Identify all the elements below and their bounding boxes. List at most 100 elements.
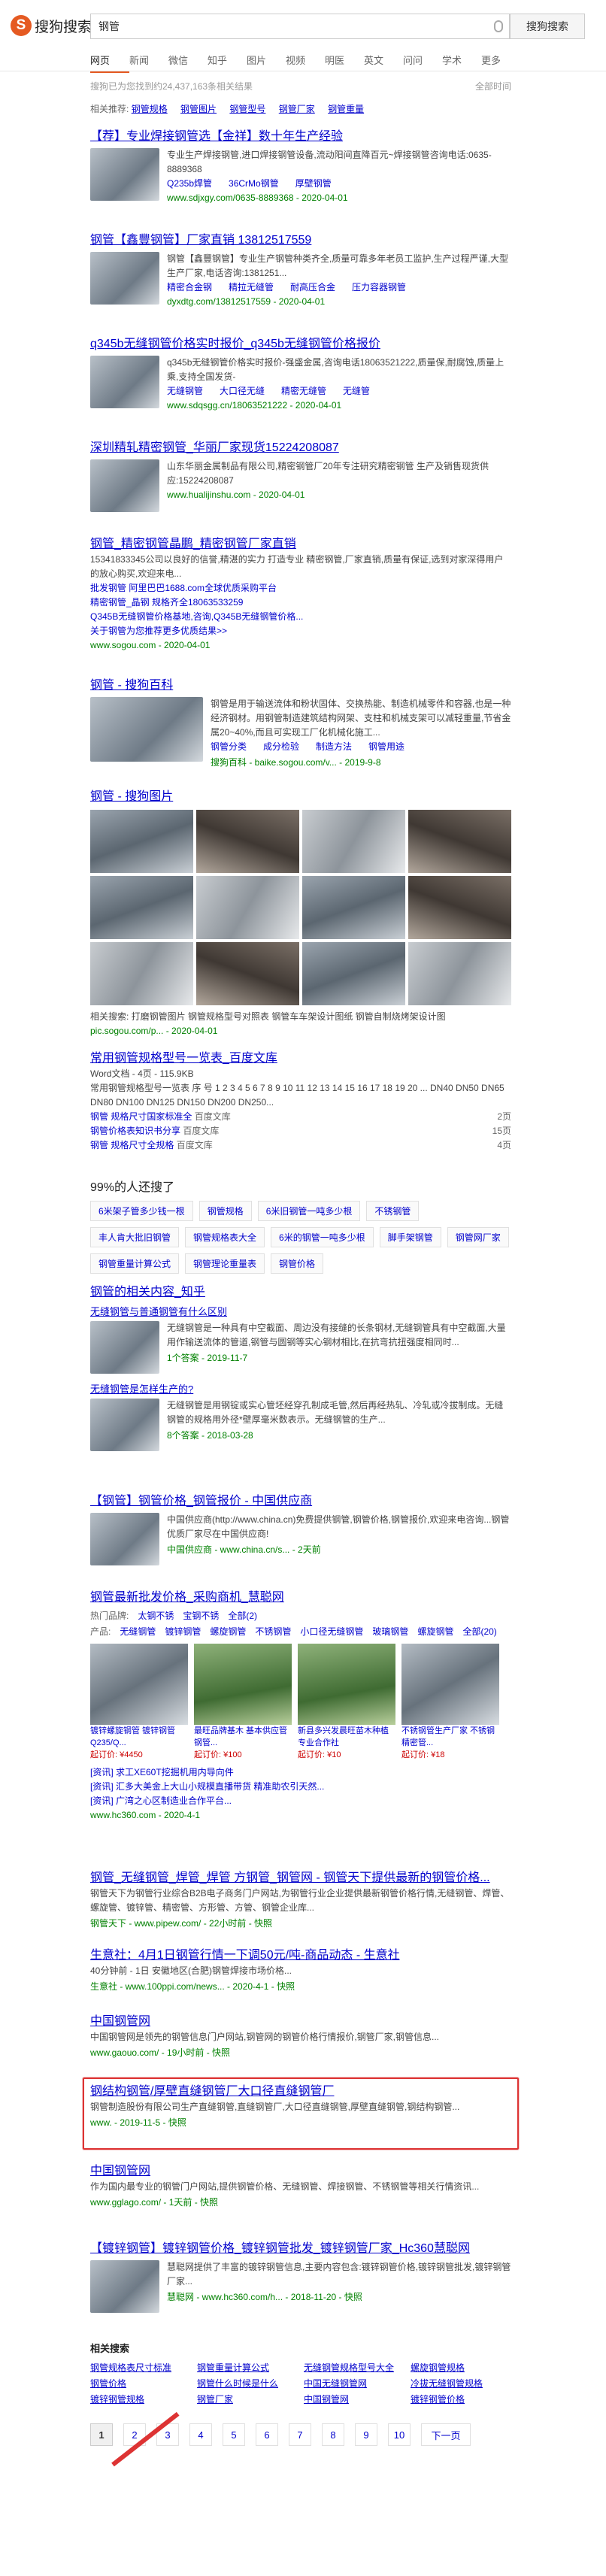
- tab-images[interactable]: 图片: [247, 53, 286, 73]
- news-link[interactable]: [资讯] 汇多大美金上大山小规模直播带货 精准助农引天然...: [90, 1780, 495, 1794]
- image-tile[interactable]: [408, 942, 511, 1005]
- result-thumbnail[interactable]: [90, 697, 203, 762]
- page-5[interactable]: 5: [223, 2423, 245, 2446]
- suggest-pill[interactable]: 丰人肯大批旧钢管: [90, 1227, 180, 1247]
- related-link[interactable]: 钢管图片: [180, 104, 217, 114]
- result-title[interactable]: 钢管_无缝钢管_焊管_焊管 方钢管_钢管网 - 钢管天下提供最新的钢管价格...: [90, 1870, 511, 1887]
- page-8[interactable]: 8: [322, 2423, 344, 2446]
- related-search-link[interactable]: 镀锌钢管价格: [411, 2393, 511, 2405]
- sublink[interactable]: 钢管用途: [368, 741, 405, 752]
- sublink[interactable]: 精密合金钢: [167, 282, 212, 292]
- product-card[interactable]: 最旺品牌基木 基本供应管 钢管... 起订价: ¥100: [194, 1644, 292, 1761]
- suggest-pill[interactable]: 6米的钢管一吨多少根: [271, 1227, 374, 1247]
- tab-video[interactable]: 视频: [286, 53, 325, 73]
- result-url[interactable]: www.sdjxgy.com/0635-8889368 - 2020-04-01: [167, 192, 511, 203]
- zhihu-question[interactable]: 无缝钢管与普通钢管有什么区别: [90, 1304, 511, 1318]
- product-name[interactable]: 新县多兴发晨旺苗木种植专业合作社: [298, 1725, 395, 1749]
- filter-option[interactable]: 全部(2): [228, 1611, 257, 1621]
- news-link[interactable]: [资讯] 广湾之心区制造业合作平台...: [90, 1794, 495, 1808]
- image-tile[interactable]: [302, 810, 405, 873]
- sublink[interactable]: Q235b焊管: [167, 178, 212, 189]
- result-thumbnail[interactable]: [90, 356, 159, 408]
- image-tile[interactable]: [408, 810, 511, 873]
- filter-option[interactable]: 不锈钢管: [255, 1626, 291, 1637]
- filter-option[interactable]: 宝钢不锈: [183, 1611, 219, 1621]
- doc-link[interactable]: 钢管 规格尺寸全规格: [90, 1140, 174, 1150]
- related-link[interactable]: 钢管型号: [229, 104, 265, 114]
- tab-english[interactable]: 英文: [364, 53, 403, 73]
- tab-wenwen[interactable]: 问问: [403, 53, 442, 73]
- related-search-link[interactable]: 无缝钢管规格型号大全: [304, 2361, 405, 2374]
- result-title[interactable]: 【镀锌钢管】镀锌钢管价格_镀锌钢管批发_镀锌钢管厂家_Hc360慧聪网: [90, 2241, 511, 2257]
- sublink[interactable]: 无缝钢管: [167, 386, 203, 396]
- suggest-pill[interactable]: 钢管价格: [271, 1253, 324, 1274]
- image-tile[interactable]: [302, 942, 405, 1005]
- sublink[interactable]: 成分检验: [263, 741, 299, 752]
- sublink[interactable]: 大口径无缝: [220, 386, 265, 396]
- result-url[interactable]: www.gglago.com/ - 1天前 - 快照: [90, 2196, 511, 2208]
- filter-option[interactable]: 螺旋钢管: [417, 1626, 453, 1637]
- filter-option[interactable]: 玻璃钢管: [372, 1626, 408, 1637]
- sublink[interactable]: 钢管分类: [211, 741, 247, 752]
- result-title[interactable]: 【荐】专业焊接钢管选【金祥】数十年生产经验: [90, 129, 511, 145]
- result-thumbnail[interactable]: [90, 252, 159, 305]
- result-title[interactable]: 钢结构钢管/厚壁直缝钢管厂大口径直缝钢管厂: [90, 2084, 511, 2100]
- result-title[interactable]: q345b无缝钢管价格实时报价_q345b无缝钢管价格报价: [90, 336, 511, 353]
- tab-medical[interactable]: 明医: [325, 53, 364, 73]
- image-tile[interactable]: [302, 876, 405, 939]
- result-title[interactable]: 钢管_精密钢管晶鹏_精密钢管厂家直销: [90, 536, 511, 553]
- result-url[interactable]: www.sdqsgg.cn/18063521222 - 2020-04-01: [167, 400, 511, 411]
- image-tile[interactable]: [196, 810, 299, 873]
- search-input[interactable]: 钢管: [90, 14, 510, 39]
- related-link[interactable]: 钢管厂家: [279, 104, 315, 114]
- sublink[interactable]: Q345B无缝钢管价格基地,咨询,Q345B无缝钢管价格...: [90, 610, 495, 624]
- filter-option[interactable]: 镀锌钢管: [165, 1626, 201, 1637]
- suggest-pill[interactable]: 钢管规格表大全: [185, 1227, 265, 1247]
- sublink[interactable]: 压力容器钢管: [352, 282, 406, 292]
- product-image[interactable]: [401, 1644, 499, 1725]
- image-tile[interactable]: [90, 942, 193, 1005]
- result-url[interactable]: 钢管天下 - www.pipew.com/ - 22小时前 - 快照: [90, 1917, 511, 1929]
- sublink[interactable]: 精密无缝管: [281, 386, 326, 396]
- related-search-link[interactable]: 中国无缝钢管网: [304, 2377, 405, 2390]
- result-thumbnail[interactable]: [90, 148, 159, 201]
- related-search-link[interactable]: 中国钢管网: [304, 2393, 405, 2405]
- tab-weixin[interactable]: 微信: [168, 53, 208, 73]
- doc-link[interactable]: 钢管价格表知识书分享: [90, 1126, 180, 1136]
- suggest-pill[interactable]: 钢管网厂家: [447, 1227, 509, 1247]
- result-url[interactable]: www.hc360.com - 2020-4-1: [90, 1810, 511, 1820]
- zhihu-question[interactable]: 无缝钢管是怎样生产的?: [90, 1381, 511, 1396]
- tab-academic[interactable]: 学术: [442, 53, 481, 73]
- result-title[interactable]: 常用钢管规格型号一览表_百度文库: [90, 1050, 511, 1067]
- filter-option[interactable]: 全部(20): [462, 1626, 496, 1637]
- related-search-link[interactable]: 冷拔无缝钢管规格: [411, 2377, 511, 2390]
- product-card[interactable]: 不锈钢管生产厂家 不锈钢精密管... 起订价: ¥18: [401, 1644, 499, 1761]
- product-name[interactable]: 镀锌螺旋钢管 镀锌钢管Q235/Q...: [90, 1725, 188, 1749]
- result-title[interactable]: 钢管 - 搜狗图片: [90, 789, 511, 805]
- result-title[interactable]: 深圳精轧精密钢管_华丽厂家现货15224208087: [90, 440, 511, 456]
- page-4[interactable]: 4: [189, 2423, 212, 2446]
- result-url[interactable]: 搜狗百科 - baike.sogou.com/v... - 2019-9-8: [211, 756, 511, 768]
- related-search-link[interactable]: 钢管规格表尺寸标准: [90, 2361, 191, 2374]
- product-card[interactable]: 镀锌螺旋钢管 镀锌钢管Q235/Q... 起订价: ¥4450: [90, 1644, 188, 1761]
- product-card[interactable]: 新县多兴发晨旺苗木种植专业合作社 起订价: ¥10: [298, 1644, 395, 1761]
- time-filter[interactable]: 全部时间: [475, 75, 511, 98]
- sublink[interactable]: 36CrMo钢管: [229, 178, 279, 189]
- result-thumbnail[interactable]: [90, 459, 159, 512]
- result-title[interactable]: 钢管的相关内容_知乎: [90, 1284, 511, 1301]
- page-9[interactable]: 9: [355, 2423, 377, 2446]
- related-search-link[interactable]: 钢管厂家: [197, 2393, 298, 2405]
- result-thumbnail[interactable]: [90, 2260, 159, 2313]
- result-url[interactable]: pic.sogou.com/p... - 2020-04-01: [90, 1026, 511, 1036]
- image-tile[interactable]: [90, 810, 193, 873]
- result-url[interactable]: dyxdtg.com/13812517559 - 2020-04-01: [167, 296, 511, 307]
- result-url[interactable]: 慧聪网 - www.hc360.com/h... - 2018-11-20 - …: [167, 2290, 511, 2303]
- page-7[interactable]: 7: [289, 2423, 311, 2446]
- result-thumbnail[interactable]: [90, 1321, 159, 1374]
- sogou-logo[interactable]: S 搜狗搜索: [11, 15, 92, 36]
- suggest-pill[interactable]: 钢管理论重量表: [185, 1253, 265, 1274]
- result-title[interactable]: 钢管【鑫豐钢管】厂家直销 13812517559: [90, 232, 511, 249]
- related-search-link[interactable]: 钢管什么时候是什么: [197, 2377, 298, 2390]
- result-title[interactable]: 钢管 - 搜狗百科: [90, 677, 511, 694]
- next-page-button[interactable]: 下一页: [421, 2423, 471, 2446]
